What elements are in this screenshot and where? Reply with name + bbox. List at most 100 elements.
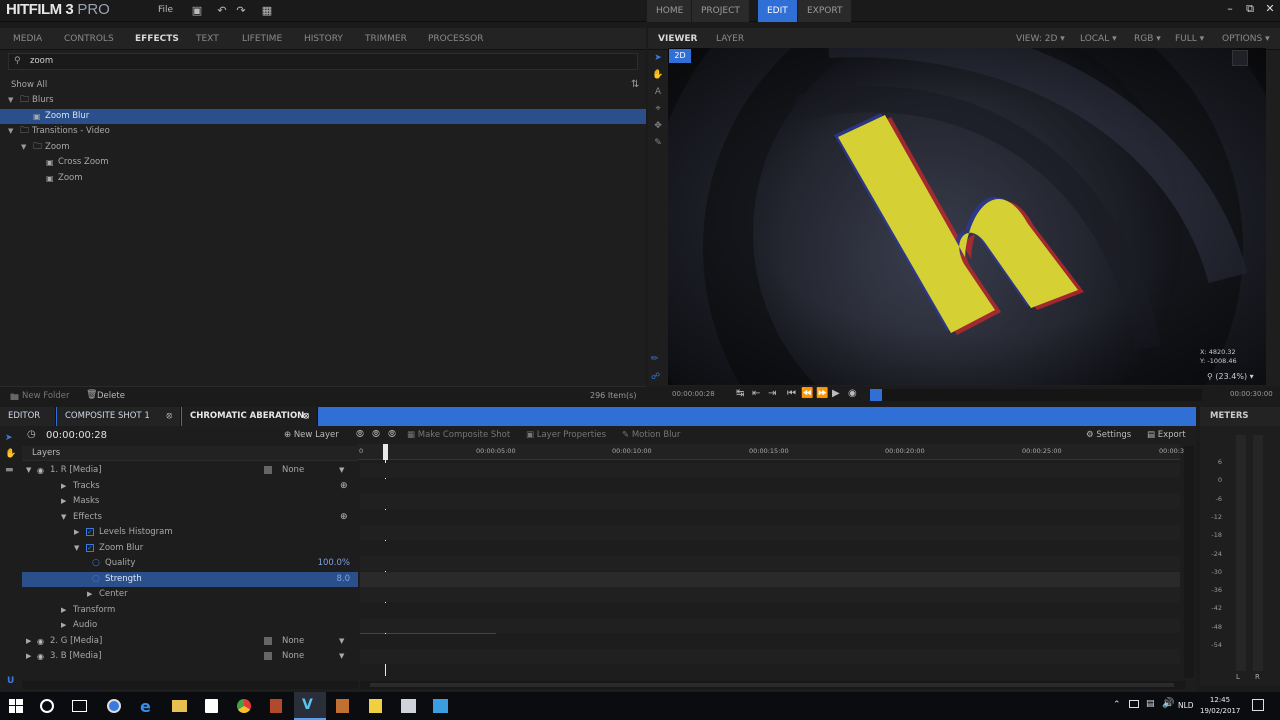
settings-button[interactable]: ⚙ Settings — [1086, 430, 1131, 440]
anchor-tool-icon[interactable]: ⌖ — [651, 101, 665, 118]
mark-in-icon[interactable]: ⇤ — [752, 388, 760, 399]
tab-viewer[interactable]: VIEWER — [658, 28, 697, 50]
tab-chromatic-aberation[interactable]: CHROMATIC ABERATION ⦻ — [182, 407, 318, 426]
blend-mode-dropdown[interactable]: None — [282, 634, 304, 649]
text-tool-icon[interactable]: A — [651, 84, 665, 101]
space-dropdown[interactable]: LOCAL ▾ — [1080, 28, 1117, 50]
nav-export[interactable]: EXPORT — [797, 0, 852, 22]
tab-layer[interactable]: LAYER — [716, 28, 744, 50]
task-view-icon[interactable] — [72, 700, 87, 712]
nav-project[interactable]: PROJECT — [691, 0, 749, 22]
record-icon[interactable]: ◉ — [848, 388, 857, 399]
undo-icon[interactable]: ↶ — [215, 4, 229, 18]
timeline-timecode[interactable]: 00:00:00:28 — [46, 430, 107, 441]
app-icon-4[interactable] — [401, 699, 416, 713]
tab-processor[interactable]: PROCESSOR — [428, 28, 484, 50]
property-row[interactable]: ▼ ✓ Zoom Blur — [22, 541, 358, 556]
timeline-scrollbar[interactable] — [360, 681, 1186, 689]
tab-controls[interactable]: CONTROLS — [64, 28, 114, 50]
grid-icon[interactable]: ▦ — [260, 4, 274, 18]
redo-icon[interactable]: ↷ — [234, 4, 248, 18]
expand-arrow-icon[interactable]: ▶ — [74, 525, 79, 540]
tab-lifetime[interactable]: LIFETIME — [242, 28, 282, 50]
channel-dropdown[interactable]: RGB ▾ — [1134, 28, 1161, 50]
property-row[interactable]: ▼ Effects ⊕ — [22, 510, 358, 525]
tree-effect[interactable]: ▣ Zoom — [0, 171, 646, 186]
select-tool-icon[interactable]: ➤ — [5, 430, 16, 446]
notifications-icon[interactable] — [1252, 699, 1264, 711]
clock[interactable]: 12:45 19/02/2017 — [1200, 695, 1240, 717]
effects-search[interactable]: ⚲ zoom — [8, 53, 638, 70]
expand-arrow-icon[interactable]: ▶ — [61, 494, 66, 509]
app-icon-2[interactable] — [270, 699, 282, 713]
maximize-icon[interactable]: ⧉ — [1242, 2, 1258, 18]
loop-icon[interactable]: ↹ — [736, 388, 744, 399]
viewer-scrub-bar[interactable] — [870, 389, 1202, 401]
playhead-handle[interactable] — [383, 444, 388, 460]
link-tool-icon[interactable]: ☍ — [651, 372, 660, 382]
app-icon-1[interactable] — [107, 699, 121, 713]
close-icon[interactable]: ✕ — [1262, 2, 1278, 18]
layers-scrollbar[interactable] — [22, 681, 358, 689]
layer-properties-button[interactable]: ▣ Layer Properties — [526, 430, 606, 440]
layer-row[interactable]: ▼ ◉ 1. R [Media] None ▼ — [22, 463, 358, 478]
file-explorer-icon[interactable] — [172, 700, 187, 712]
pen-tool-icon[interactable]: ✎ — [651, 135, 665, 152]
property-row[interactable]: ▶ Transform — [22, 603, 358, 618]
paint-tool-icon[interactable]: ✏ — [651, 354, 659, 364]
property-row[interactable]: ○ Quality 100.0% — [22, 556, 358, 571]
track-row[interactable] — [360, 509, 1180, 525]
expand-arrow-icon[interactable]: ▼ — [74, 541, 79, 556]
expand-arrow-icon[interactable]: ▶ — [26, 649, 31, 664]
save-icon[interactable]: ▣ — [190, 4, 204, 18]
razor-tool-icon[interactable]: ▬ — [5, 462, 16, 478]
viewer-scrollbar-thumb[interactable] — [1232, 50, 1248, 66]
view-mode-dropdown[interactable]: VIEW: 2D ▾ — [1016, 28, 1065, 50]
expand-arrow-icon[interactable]: ▼ — [21, 140, 26, 155]
mark-out-icon[interactable]: ⇥ — [768, 388, 776, 399]
track-row[interactable] — [360, 571, 1180, 587]
zoom-level[interactable]: ⚲ (23.4%) ▾ — [1207, 372, 1254, 381]
property-value[interactable]: 8.0 — [336, 572, 350, 587]
expand-arrow-icon[interactable]: ▶ — [87, 587, 92, 602]
track-row[interactable] — [360, 540, 1180, 556]
delete-button[interactable]: Delete — [97, 391, 125, 401]
nav-edit[interactable]: EDIT — [757, 0, 797, 22]
layer-row[interactable]: ▶ ◉ 3. B [Media] None ▼ — [22, 649, 358, 664]
track-row[interactable] — [360, 649, 1180, 664]
track-row[interactable] — [360, 633, 1180, 649]
view-2d-badge[interactable]: 2D — [669, 49, 691, 63]
tray-chevron-icon[interactable]: ⌃ — [1113, 700, 1121, 710]
track-row[interactable] — [360, 494, 1180, 509]
visibility-eye-icon[interactable]: ◉ — [37, 634, 44, 649]
tree-folder[interactable]: ▼ 🗀 Blurs — [0, 93, 646, 108]
expand-arrow-icon[interactable]: ▶ — [61, 603, 66, 618]
expand-arrow-icon[interactable]: ▶ — [26, 634, 31, 649]
store-icon[interactable] — [205, 699, 218, 713]
enable-checkbox[interactable]: ✓ — [86, 528, 94, 536]
expand-arrow-icon[interactable]: ▶ — [61, 479, 66, 494]
next-frame-icon[interactable]: ⏩ — [816, 388, 828, 399]
select-tool-icon[interactable]: ➤ — [651, 50, 665, 67]
expand-arrow-icon[interactable]: ▶ — [61, 618, 66, 633]
keyframe-toggle-icon[interactable]: ○ — [92, 572, 100, 587]
make-composite-button[interactable]: ▦ Make Composite Shot — [407, 430, 510, 440]
show-all-filter[interactable]: Show All — [11, 80, 47, 90]
cortana-icon[interactable] — [40, 699, 54, 713]
slip-tool-icon[interactable]: ✋ — [5, 446, 16, 462]
tab-media[interactable]: MEDIA — [13, 28, 42, 50]
tree-folder[interactable]: ▼ 🗀 Zoom — [0, 140, 646, 155]
time-ruler[interactable]: 0 00:00:05:00 00:00:10:00 00:00:15:00 00… — [358, 444, 1188, 460]
add-icon[interactable]: ⊕ — [340, 510, 348, 525]
play-icon[interactable]: ▶ — [832, 388, 840, 399]
track-row[interactable] — [360, 618, 1180, 633]
property-row[interactable]: ▶ Tracks ⊕ — [22, 479, 358, 494]
close-tab-icon[interactable]: ⦻ — [303, 407, 309, 426]
property-row[interactable]: ▶ Masks — [22, 494, 358, 509]
options-dropdown[interactable]: OPTIONS ▾ — [1222, 28, 1270, 50]
property-value[interactable]: 100.0% — [318, 556, 350, 571]
enable-checkbox[interactable]: ✓ — [86, 543, 94, 552]
property-row[interactable]: ▶ Center — [22, 587, 358, 602]
transform-tool-icon[interactable]: ✥ — [651, 118, 665, 135]
motion-blur-button[interactable]: ✎ Motion Blur — [622, 430, 680, 440]
